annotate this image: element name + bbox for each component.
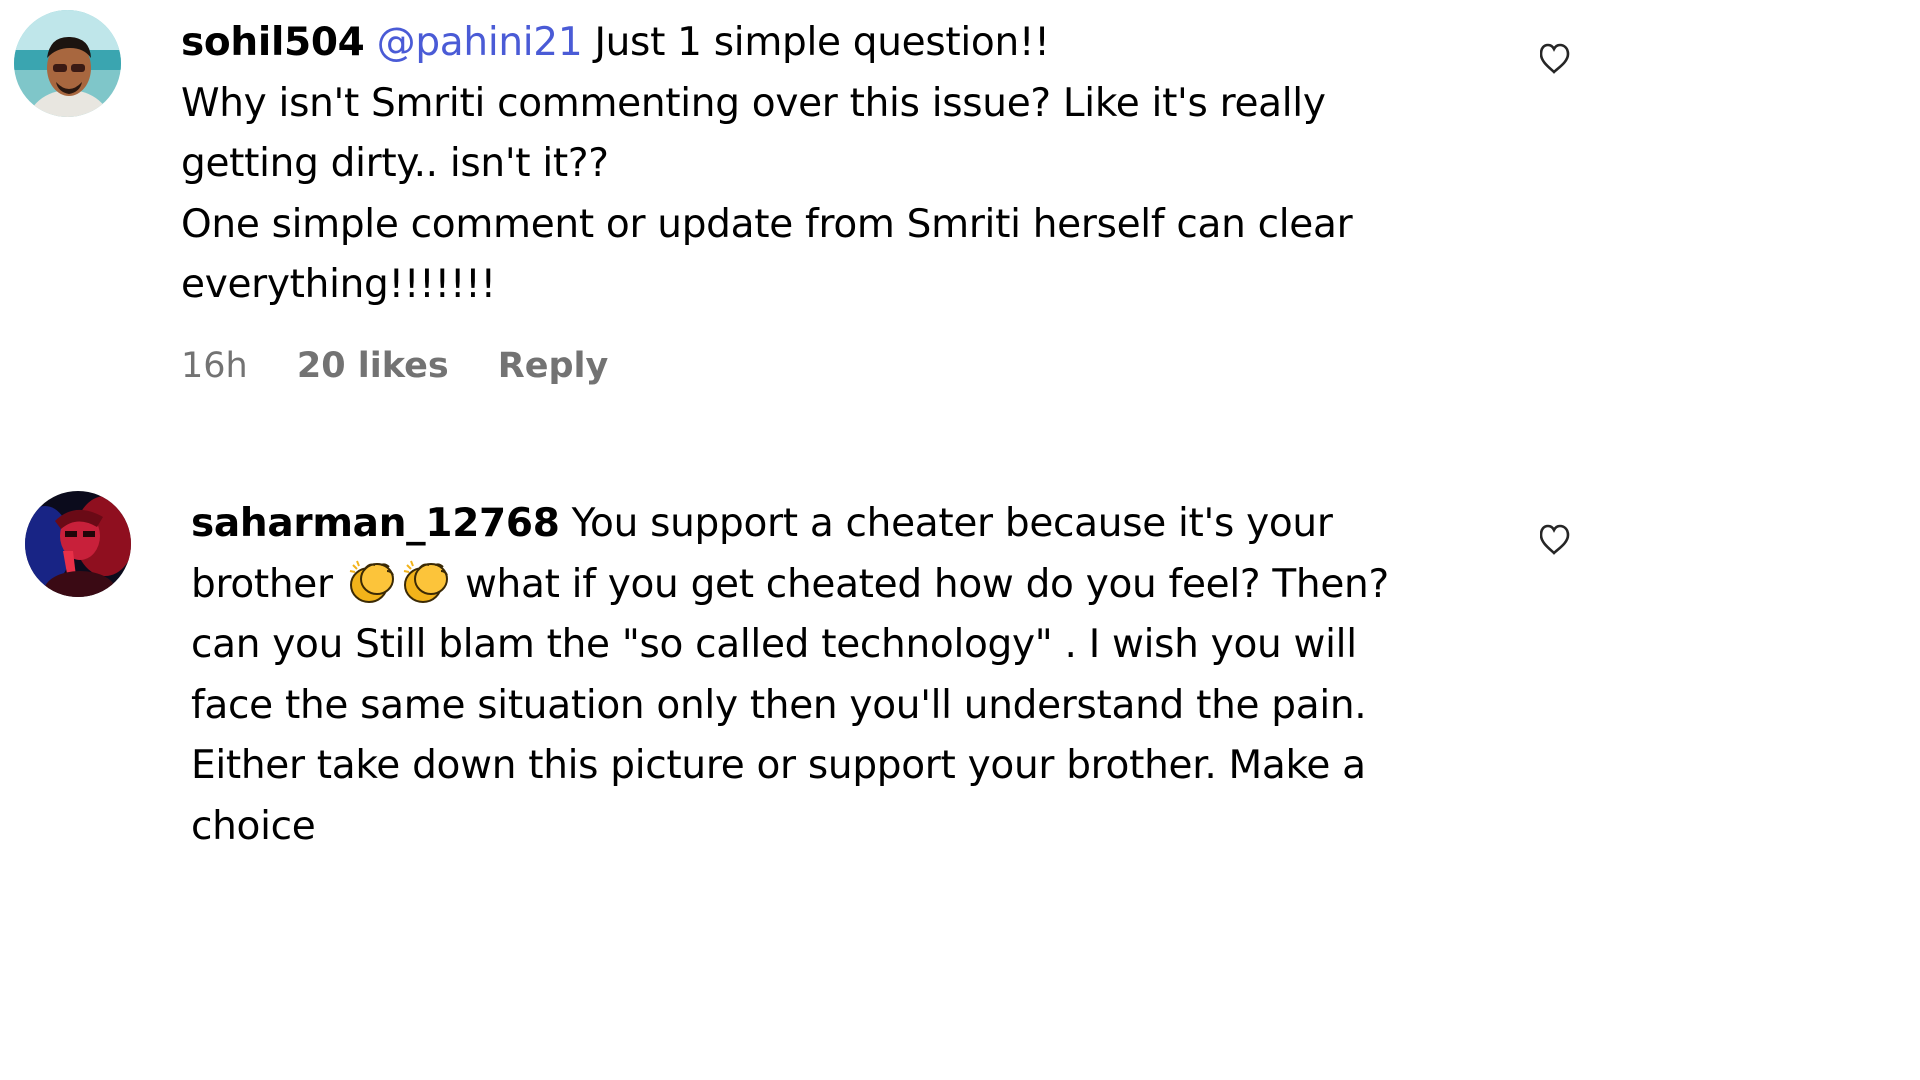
comment-text: brother bbox=[191, 561, 333, 607]
username[interactable]: sohil504 bbox=[181, 20, 365, 65]
comment-text: what if you get cheated how do you feel?… bbox=[464, 561, 1389, 607]
comment-line-1: saharman_12768 You support a cheater bec… bbox=[191, 494, 1389, 555]
comment-text: Why isn't Smriti commenting over this is… bbox=[181, 80, 1326, 126]
comment-line-1: sohil504 @pahini21 Just 1 simple questio… bbox=[181, 13, 1352, 74]
likes-count[interactable]: 20 likes bbox=[297, 346, 449, 386]
comment-text: One simple comment or update from Smriti… bbox=[181, 201, 1353, 247]
avatar[interactable] bbox=[25, 491, 131, 597]
comment-meta: 16h 20 likes Reply bbox=[181, 346, 646, 386]
comment-text: choice bbox=[191, 803, 316, 849]
comment-item: saharman_12768 You support a cheater bec… bbox=[0, 480, 1570, 874]
avatar[interactable] bbox=[14, 10, 121, 117]
mention-link[interactable]: @pahini21 bbox=[377, 20, 583, 65]
comment-text: Either take down this picture or support… bbox=[191, 743, 1366, 788]
clapping-hands-emoji-icon bbox=[401, 557, 451, 607]
comment-text: everything!!!!!!! bbox=[181, 262, 496, 307]
heart-outline-icon[interactable] bbox=[1540, 524, 1570, 558]
username[interactable]: saharman_12768 bbox=[191, 501, 560, 546]
heart-outline-icon[interactable] bbox=[1540, 43, 1570, 77]
timestamp[interactable]: 16h bbox=[181, 346, 248, 386]
comment-text: face the same situation only then you'll… bbox=[191, 682, 1367, 728]
comment-text: getting dirty.. isn't it?? bbox=[181, 141, 609, 186]
comment-line-2: brother what if you get cheated how do y… bbox=[191, 555, 1389, 616]
reply-button[interactable]: Reply bbox=[498, 346, 609, 386]
comment-item: sohil504 @pahini21 Just 1 simple questio… bbox=[0, 0, 1570, 420]
comment-text: You support a cheater because it's your bbox=[571, 501, 1333, 546]
comment-text: can you Still blam the "so called techno… bbox=[191, 622, 1357, 667]
clapping-hands-emoji-icon bbox=[347, 557, 397, 607]
comment-text: Just 1 simple question!! bbox=[594, 20, 1050, 65]
